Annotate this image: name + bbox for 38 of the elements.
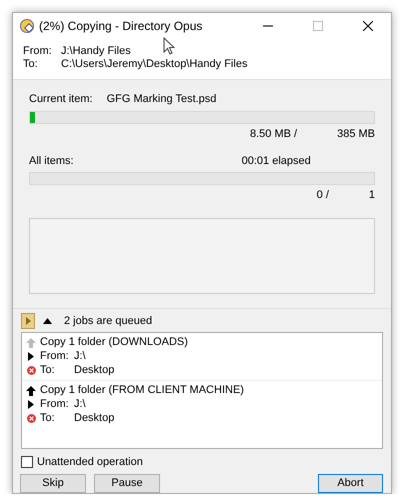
to-path: C:\Users\Jeremy\Desktop\Handy Files	[61, 58, 248, 70]
job-title: Copy 1 folder (FROM CLIENT MACHINE)	[40, 384, 244, 398]
to-path: Desktop	[74, 412, 114, 426]
queue-icon	[21, 313, 35, 330]
current-item-label: Current item:	[29, 93, 93, 107]
to-label: To:	[40, 412, 56, 426]
bytes-done: 8.50 MB /	[250, 128, 298, 141]
error-icon	[26, 414, 36, 424]
play-arrow-icon	[28, 400, 34, 410]
queue-summary: 2 jobs are queued	[64, 314, 152, 328]
bytes-total: 385 MB	[337, 128, 375, 141]
close-button[interactable]	[363, 21, 373, 31]
error-icon	[26, 366, 36, 376]
file-name: GFG Marking Test.psd	[106, 93, 216, 107]
job-title: Copy 1 folder (DOWNLOADS)	[40, 336, 188, 350]
item-total: 1	[368, 188, 375, 202]
dialog-button[interactable]: Skip	[20, 474, 86, 493]
from-path: J:\	[74, 350, 86, 364]
to-path: Desktop	[74, 364, 114, 378]
checkbox[interactable]	[21, 456, 33, 468]
from-label: From:	[40, 398, 70, 412]
checkbox-label[interactable]: Unattended operation	[37, 456, 143, 469]
app-icon	[19, 18, 35, 34]
window-title: (2%) Copying - Directory Opus	[39, 18, 204, 34]
from-label: From:	[23, 45, 53, 58]
to-label: To:	[40, 364, 56, 378]
dialog-button[interactable]: Pause	[94, 474, 160, 493]
from-path: J:\Handy Files	[61, 45, 131, 57]
all-items-label: All items:	[29, 154, 74, 168]
play-arrow-icon	[28, 352, 34, 362]
elapsed-time: 00:01 elapsed	[242, 154, 311, 168]
item-count: 0 /	[316, 188, 329, 202]
up-arrow-icon[interactable]	[26, 386, 36, 396]
from-label: From:	[40, 350, 70, 364]
from-path: J:\	[74, 398, 86, 412]
dialog-button[interactable]: Abort	[318, 474, 383, 493]
collapse-arrow-icon[interactable]	[43, 318, 52, 324]
to-label: To:	[23, 58, 39, 72]
